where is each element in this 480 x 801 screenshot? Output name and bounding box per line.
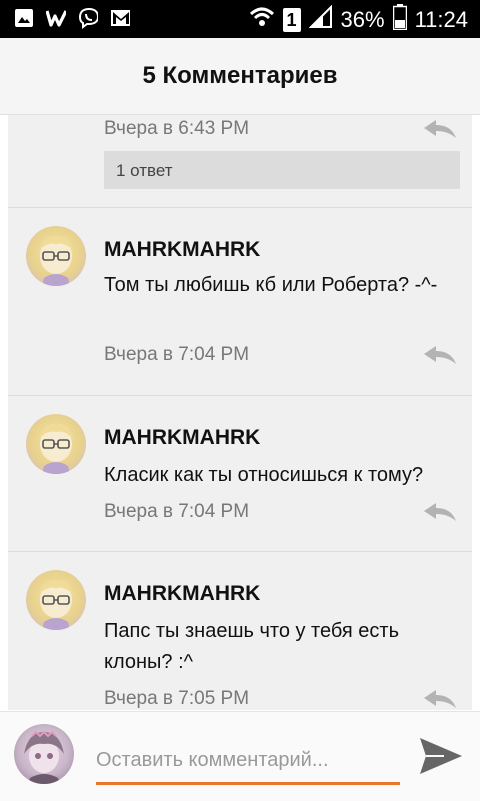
avatar[interactable] xyxy=(26,226,86,286)
comment-text: Том ты любишь кб или Роберта? -^- xyxy=(104,274,438,296)
send-icon[interactable] xyxy=(418,736,464,776)
notification-icons xyxy=(14,7,130,29)
comment-input[interactable] xyxy=(96,738,400,785)
comment-username[interactable]: MAHRKMAHRK xyxy=(104,238,260,262)
replies-label: 1 ответ xyxy=(116,161,173,180)
system-status: 1 36% 11:24 xyxy=(249,4,468,35)
comments-header: 5 Комментариев xyxy=(0,38,480,115)
battery-icon xyxy=(392,4,407,35)
battery-percent: 36% xyxy=(340,6,385,32)
viber-icon xyxy=(78,7,98,29)
page-title: 5 Комментариев xyxy=(142,62,338,89)
status-bar: 1 36% 11:24 xyxy=(0,0,480,38)
comment-composer xyxy=(0,711,480,801)
gmail-icon xyxy=(110,8,130,28)
reply-icon[interactable] xyxy=(422,688,458,710)
reply-icon[interactable] xyxy=(422,501,458,523)
avatar[interactable] xyxy=(26,570,86,630)
current-user-avatar xyxy=(14,724,74,784)
signal-icon xyxy=(308,4,333,34)
comment-time: Вчера в 7:05 PM xyxy=(104,688,250,709)
wattpad-icon xyxy=(46,8,66,28)
clock: 11:24 xyxy=(414,6,468,32)
sim-number: 1 xyxy=(286,9,297,30)
comment-username[interactable]: MAHRKMAHRK xyxy=(104,426,260,450)
reply-icon[interactable] xyxy=(422,118,458,140)
divider xyxy=(8,395,472,396)
divider xyxy=(8,551,472,552)
wifi-icon xyxy=(249,6,275,33)
divider xyxy=(8,207,472,208)
gallery-icon xyxy=(14,8,34,28)
replies-button[interactable]: 1 ответ xyxy=(104,151,460,189)
comment-time: Вчера в 6:43 PM xyxy=(104,118,250,139)
comment-time: Вчера в 7:04 PM xyxy=(104,501,250,522)
comment-text: Папс ты знаешь что у тебя есть клоны? :^ xyxy=(104,620,399,673)
comment-username[interactable]: MAHRKMAHRK xyxy=(104,582,260,606)
comment-time: Вчера в 7:04 PM xyxy=(104,344,250,365)
avatar[interactable] xyxy=(26,414,86,474)
sim-badge: 1 xyxy=(282,7,301,32)
comment-text: Класик как ты относишься к тому? xyxy=(104,464,424,486)
reply-icon[interactable] xyxy=(422,344,458,366)
